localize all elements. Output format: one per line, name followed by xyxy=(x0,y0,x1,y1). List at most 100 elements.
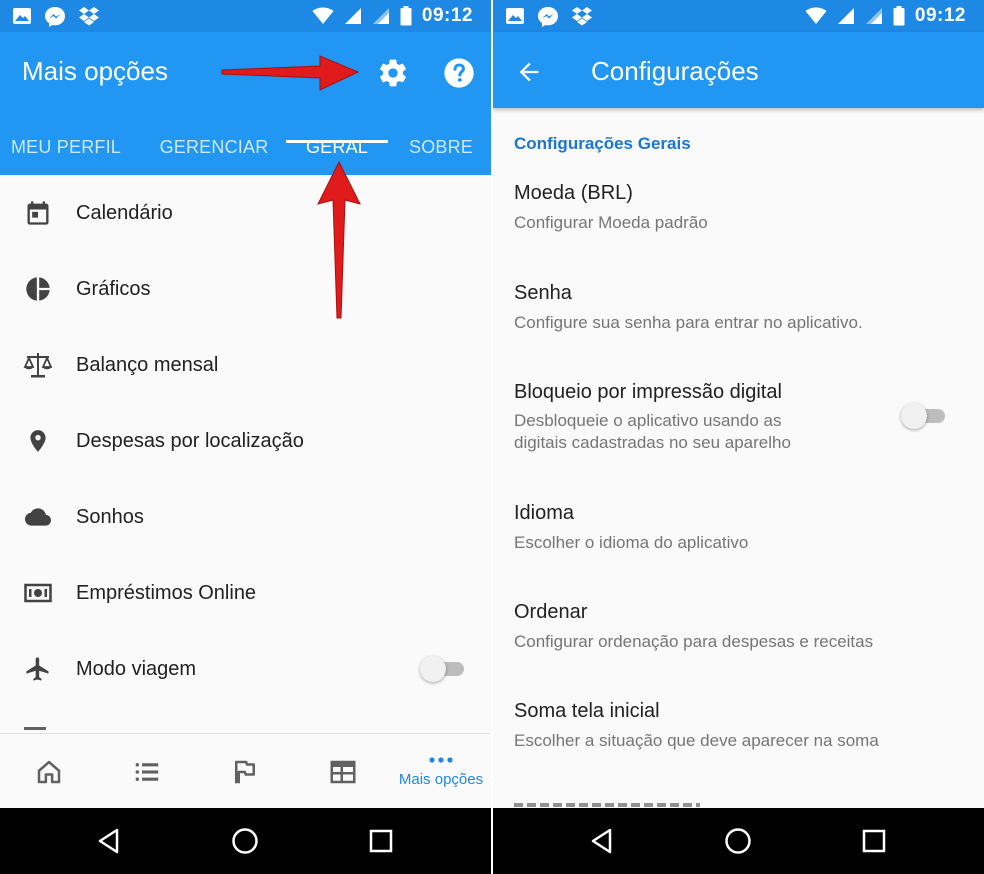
app-bar: Configurações xyxy=(493,32,984,108)
status-bar: 09:12 xyxy=(493,0,984,32)
system-back-button[interactable] xyxy=(94,826,124,856)
calendar-icon xyxy=(22,197,54,229)
status-time: 09:12 xyxy=(421,5,473,26)
nav-home-button[interactable] xyxy=(22,734,76,809)
gear-icon xyxy=(380,59,406,87)
app-bar: Mais opções MEU PERFIL GERENCIAR GERAL S… xyxy=(0,32,491,175)
setting-subtitle: Configure sua senha para entrar no aplic… xyxy=(514,313,863,332)
signal-icon xyxy=(837,7,855,25)
arrow-back-icon xyxy=(519,62,539,82)
signal-icon-2 xyxy=(372,7,390,25)
tab-bar: MEU PERFIL GERENCIAR GERAL SOBRE xyxy=(0,120,491,175)
menu-item-label: Sonhos xyxy=(76,505,144,528)
help-icon xyxy=(444,58,474,88)
nav-list-button[interactable] xyxy=(120,734,174,809)
partial-setting-item xyxy=(514,799,704,808)
nav-more-options-button[interactable]: Mais opções xyxy=(392,734,490,809)
menu-item-sonhos[interactable]: Sonhos xyxy=(0,479,491,555)
mais-opcoes-screen: 09:12 Mais opções MEU PERFIL GERENCIAR G… xyxy=(0,0,491,874)
triangle-back-icon xyxy=(591,828,612,854)
dropbox-notification-icon xyxy=(78,6,100,28)
setting-title: Bloqueio por impressão digital xyxy=(514,381,782,403)
setting-title: Ordenar xyxy=(514,601,588,623)
setting-subtitle-line1: Desbloqueie o aplicativo usando as xyxy=(514,411,782,430)
circle-home-icon xyxy=(232,828,258,854)
menu-item-calendario[interactable]: Calendário xyxy=(0,175,491,251)
setting-title: Soma tela inicial xyxy=(514,700,660,722)
setting-subtitle-line2: digitais cadastradas no seu aparelho xyxy=(514,433,791,452)
messenger-notification-icon xyxy=(537,6,559,28)
setting-title: Idioma xyxy=(514,502,575,524)
signal-icon xyxy=(344,7,362,25)
tab-geral[interactable]: GERAL xyxy=(286,120,388,175)
list-icon xyxy=(135,762,159,781)
gallery-notification-icon xyxy=(12,6,32,28)
circle-home-icon xyxy=(725,828,751,854)
wifi-icon xyxy=(805,7,827,25)
home-icon xyxy=(37,760,61,783)
menu-item-emprestimos-online[interactable]: Empréstimos Online xyxy=(0,555,491,631)
table-icon xyxy=(330,760,356,783)
nav-more-options-label: Mais opções xyxy=(398,771,484,788)
tab-sobre[interactable]: SOBRE xyxy=(398,120,484,175)
setting-subtitle: Configurar Moeda padrão xyxy=(514,213,708,232)
dropbox-notification-icon xyxy=(571,6,593,28)
travel-mode-toggle[interactable] xyxy=(420,655,466,682)
messenger-notification-icon xyxy=(44,6,66,28)
system-home-button[interactable] xyxy=(723,826,753,856)
setting-title: Senha xyxy=(514,282,572,304)
menu-item-label: Despesas por localização xyxy=(76,429,304,452)
system-back-button[interactable] xyxy=(587,826,617,856)
back-button[interactable] xyxy=(509,52,549,92)
status-bar: 09:12 xyxy=(0,0,491,32)
toggle-thumb xyxy=(901,403,927,429)
system-navigation-bar xyxy=(493,808,984,874)
location-pin-icon xyxy=(22,425,54,457)
setting-subtitle: Escolher a situação que deve aparecer na… xyxy=(514,731,879,750)
battery-icon xyxy=(400,6,412,26)
menu-item-label: Gráficos xyxy=(76,277,151,300)
setting-idioma[interactable]: Idioma Escolher o idioma do aplicativo xyxy=(514,502,954,554)
setting-ordenar[interactable]: Ordenar Configurar ordenação para despes… xyxy=(514,601,954,653)
setting-moeda[interactable]: Moeda (BRL) Configurar Moeda padrão xyxy=(514,182,954,234)
setting-soma-tela-inicial[interactable]: Soma tela inicial Escolher a situação qu… xyxy=(514,700,954,752)
menu-item-graficos[interactable]: Gráficos xyxy=(0,251,491,327)
page-title: Mais opções xyxy=(22,56,168,86)
menu-item-label: Calendário xyxy=(76,201,173,224)
toggle-thumb xyxy=(420,656,446,682)
battery-icon xyxy=(893,6,905,26)
setting-subtitle: Escolher o idioma do aplicativo xyxy=(514,533,749,552)
configuracoes-screen: 09:12 Configurações Configurações Gerais… xyxy=(493,0,984,874)
system-home-button[interactable] xyxy=(230,826,260,856)
help-button[interactable] xyxy=(440,54,478,92)
setting-bloqueio-digital[interactable]: Bloqueio por impressão digital Desbloque… xyxy=(514,381,954,454)
menu-item-label: Empréstimos Online xyxy=(76,581,257,604)
triangle-back-icon xyxy=(98,828,119,854)
menu-item-modo-viagem[interactable]: Modo viagem xyxy=(0,631,491,707)
settings-button[interactable] xyxy=(374,54,412,92)
setting-subtitle: Configurar ordenação para despesas e rec… xyxy=(514,632,874,651)
tab-meu-perfil[interactable]: MEU PERFIL xyxy=(0,120,132,175)
section-header: Configurações Gerais xyxy=(514,134,691,153)
square-recents-icon xyxy=(862,829,886,853)
flag-icon xyxy=(235,760,255,783)
system-recents-button[interactable] xyxy=(859,826,889,856)
more-horizontal-icon xyxy=(429,757,453,763)
system-recents-button[interactable] xyxy=(366,826,396,856)
menu-item-label: Balanço mensal xyxy=(76,353,219,376)
pie-chart-icon xyxy=(22,273,54,305)
setting-title: Moeda (BRL) xyxy=(514,182,633,204)
menu-item-despesas-localizacao[interactable]: Despesas por localização xyxy=(0,403,491,479)
fingerprint-lock-toggle[interactable] xyxy=(901,402,947,429)
active-tab-indicator xyxy=(286,140,388,143)
tab-gerenciar[interactable]: GERENCIAR xyxy=(150,120,278,175)
setting-senha[interactable]: Senha Configure sua senha para entrar no… xyxy=(514,282,954,334)
status-time: 09:12 xyxy=(914,5,966,26)
airplane-icon xyxy=(22,653,54,685)
cloud-icon xyxy=(22,501,54,533)
nav-budget-button[interactable] xyxy=(316,734,370,809)
menu-item-balanco-mensal[interactable]: Balanço mensal xyxy=(0,327,491,403)
square-recents-icon xyxy=(369,829,393,853)
signal-icon-2 xyxy=(865,7,883,25)
nav-goals-button[interactable] xyxy=(218,734,272,809)
